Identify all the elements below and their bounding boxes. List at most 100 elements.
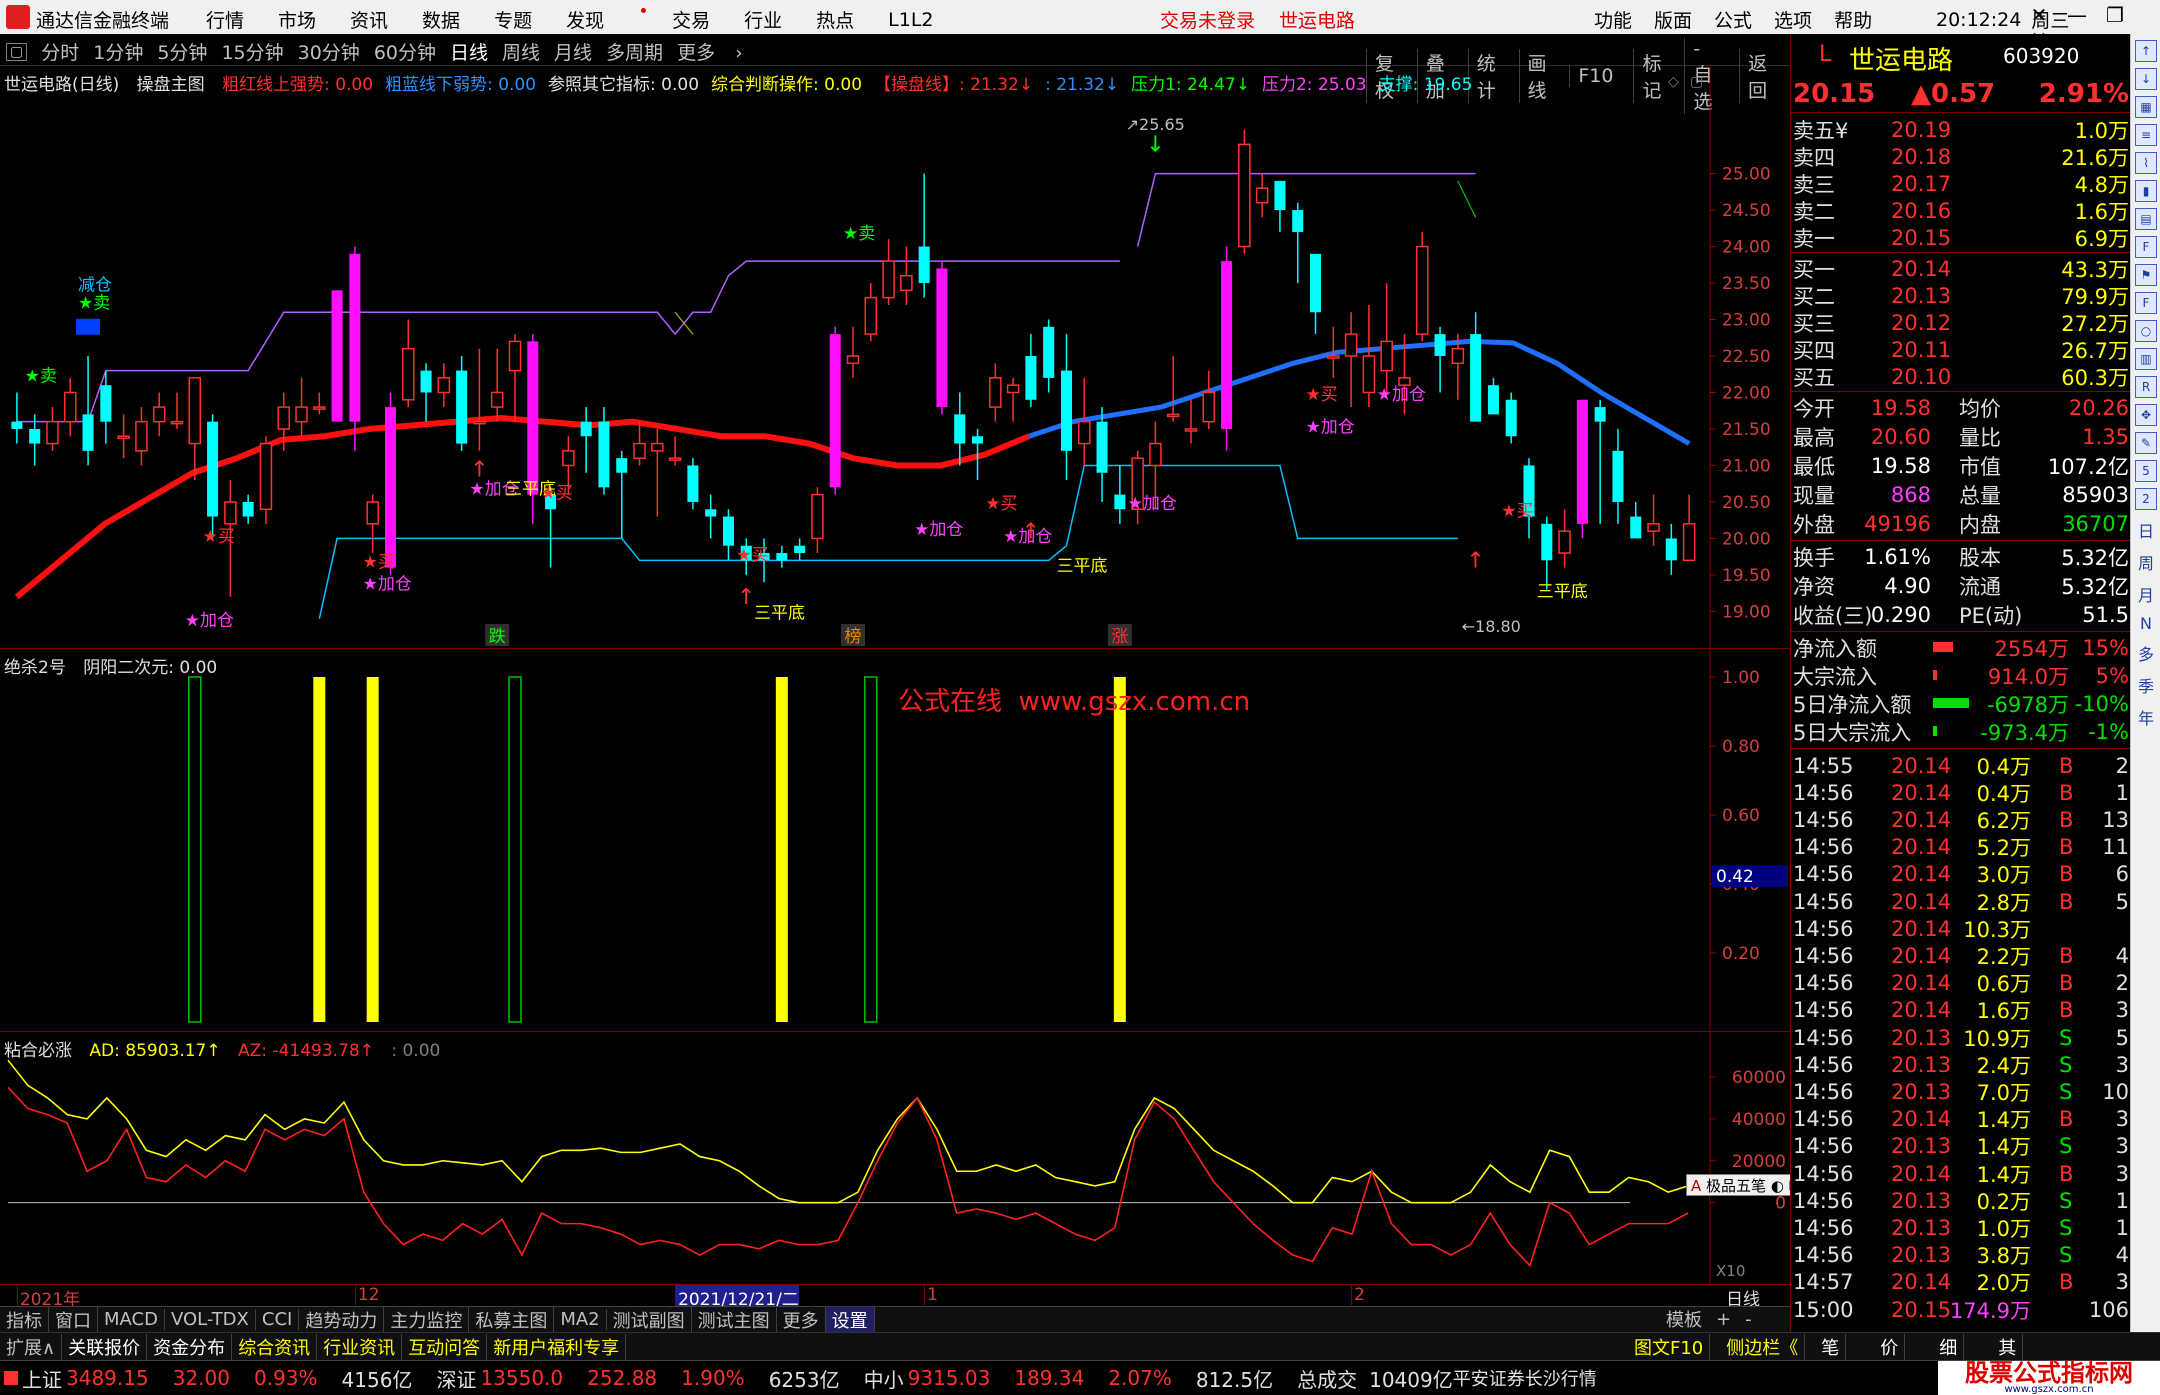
menu-gongneng[interactable]: 功能 (1594, 6, 1632, 33)
candle[interactable] (1558, 509, 1571, 568)
up-arrow-icon[interactable]: ↑ (2135, 40, 2157, 62)
menu-zixun[interactable]: 资讯 (350, 6, 388, 33)
sub2-name[interactable]: 粘合必涨 (4, 1041, 72, 1061)
f10-icon[interactable]: F (2135, 236, 2157, 258)
candle[interactable] (11, 392, 23, 444)
candle[interactable] (420, 363, 432, 422)
candle[interactable] (936, 261, 948, 415)
candle[interactable] (1665, 523, 1677, 575)
candle[interactable] (152, 392, 166, 437)
candle[interactable] (651, 428, 664, 517)
menu-shichang[interactable]: 市场 (278, 6, 316, 33)
close-tab-icon[interactable]: ✕ (2024, 3, 2054, 27)
indicator-tab-1[interactable]: 窗口 (49, 1306, 98, 1333)
chart-icon[interactable]: ⌇ (2135, 152, 2157, 174)
candle[interactable] (616, 450, 628, 539)
candle-icon[interactable]: ▮ (2135, 180, 2157, 202)
indicator-tab-9[interactable]: 测试副图 (607, 1306, 692, 1333)
candle[interactable] (490, 348, 504, 422)
candle[interactable] (1344, 312, 1358, 408)
candle[interactable] (366, 494, 379, 554)
candle[interactable] (1380, 283, 1393, 393)
table-icon[interactable]: ▤ (2135, 208, 2157, 230)
candle[interactable] (687, 458, 699, 510)
candle[interactable] (1541, 516, 1553, 590)
candle[interactable] (1434, 326, 1446, 393)
candle[interactable] (846, 326, 860, 378)
candle[interactable] (776, 545, 788, 568)
flag-icon[interactable]: ⚑ (2135, 264, 2157, 286)
candle[interactable] (384, 392, 396, 575)
indicator-tab-4[interactable]: CCI (256, 1309, 300, 1330)
circle-icon[interactable]: ○ (2135, 320, 2157, 342)
indicator-tab-5[interactable]: 趋势动力 (299, 1306, 385, 1333)
candle[interactable] (864, 283, 878, 342)
candle[interactable] (259, 436, 273, 524)
period-1min[interactable]: 1分钟 (93, 38, 143, 65)
candle[interactable] (46, 407, 59, 451)
info-right-tab-3[interactable]: 价 (1874, 1334, 1906, 1360)
menu-zhuanti[interactable]: 专题 (494, 6, 532, 33)
info-right-tab-0[interactable]: 图文F10 (1628, 1334, 1711, 1360)
list-icon[interactable]: ≡ (2135, 124, 2157, 146)
five-icon[interactable]: 5 (2135, 460, 2157, 482)
candle[interactable] (794, 538, 806, 561)
menu-hangye[interactable]: 行业 (744, 6, 782, 33)
period-multi[interactable]: 多周期 (606, 38, 663, 65)
candle[interactable] (1184, 399, 1198, 444)
side-period-6[interactable]: 年 (2131, 705, 2160, 729)
period-fenshi[interactable]: 分时 (41, 38, 79, 65)
indicator-tab-10[interactable]: 测试主图 (692, 1306, 777, 1333)
candle[interactable] (1362, 304, 1376, 408)
side-period-1[interactable]: 周 (2131, 550, 2160, 574)
current-stock-title[interactable]: 世运电路 (1279, 6, 1355, 33)
period-30min[interactable]: 30分钟 (298, 38, 360, 65)
menu-bangzhu[interactable]: 帮助 (1834, 6, 1872, 33)
candle[interactable] (1612, 428, 1624, 524)
indicator-tab-6[interactable]: 主力监控 (384, 1306, 470, 1333)
down-arrow-icon[interactable]: ↓ (2135, 68, 2157, 90)
indicator-panel-2[interactable]: 60000 40000 20000 0 X10 粘合必涨 AD: 85903.17↑ A… (0, 1032, 1842, 1284)
menu-hangqing[interactable]: 行情 (206, 6, 244, 33)
sub1-name[interactable]: 绝杀2号 (4, 658, 66, 678)
candle[interactable] (207, 414, 219, 539)
candle[interactable] (1487, 377, 1499, 415)
candle[interactable] (668, 436, 682, 466)
candle[interactable] (473, 348, 486, 451)
f-icon[interactable]: F (2135, 292, 2157, 314)
candle[interactable] (117, 414, 130, 459)
candle[interactable] (135, 407, 148, 466)
candle[interactable] (1292, 202, 1304, 284)
info-tab-3[interactable]: 综合资讯 (232, 1333, 318, 1360)
menu-l1l2[interactable]: L1L2 (888, 9, 933, 31)
info-tab-5[interactable]: 互动问答 (402, 1333, 488, 1360)
rsi-icon[interactable]: R (2135, 376, 2157, 398)
period-5min[interactable]: 5分钟 (157, 38, 207, 65)
candle[interactable] (1310, 253, 1322, 335)
grid-icon[interactable]: ▦ (2135, 96, 2157, 118)
info-right-tab-2[interactable]: 笔 (1815, 1334, 1847, 1360)
period-15min[interactable]: 15分钟 (221, 38, 283, 65)
main-kline-chart[interactable]: 25.00 24.50 24.00 23.50 23.00 22.50 22.00 21.50… (0, 66, 1790, 649)
info-tab-0[interactable]: 扩展∧ (0, 1333, 63, 1360)
candle[interactable] (1238, 129, 1251, 254)
candle[interactable] (580, 407, 592, 473)
minimize-icon[interactable]: — (2062, 3, 2092, 27)
indicator-panel-1[interactable]: 1.000.800.600.400.200.42 绝杀2号 阴阳二次元: 0.0… (0, 649, 1790, 1032)
candle[interactable] (331, 290, 343, 422)
candle[interactable] (242, 494, 254, 524)
info-tab-2[interactable]: 资金分布 (147, 1333, 233, 1360)
candle[interactable] (918, 173, 930, 298)
period-monthly[interactable]: 月线 (554, 38, 592, 65)
info-tab-6[interactable]: 新用户福利专享 (487, 1333, 627, 1360)
info-tab-1[interactable]: 关联报价 (62, 1333, 148, 1360)
candle[interactable] (508, 334, 522, 422)
candle[interactable] (705, 494, 717, 539)
kline-svg[interactable]: 25.00 24.50 24.00 23.50 23.00 22.50 22.00 21.50… (0, 66, 1790, 649)
candle[interactable] (456, 356, 468, 451)
restore-icon[interactable]: ❐ (2100, 3, 2130, 27)
info-right-tab-1[interactable]: 侧边栏《 (1720, 1334, 1806, 1360)
info-right-tab-5[interactable]: 其 (1992, 1334, 2024, 1360)
side-period-2[interactable]: 月 (2131, 582, 2160, 606)
pen-icon[interactable]: ✎ (2135, 432, 2157, 454)
